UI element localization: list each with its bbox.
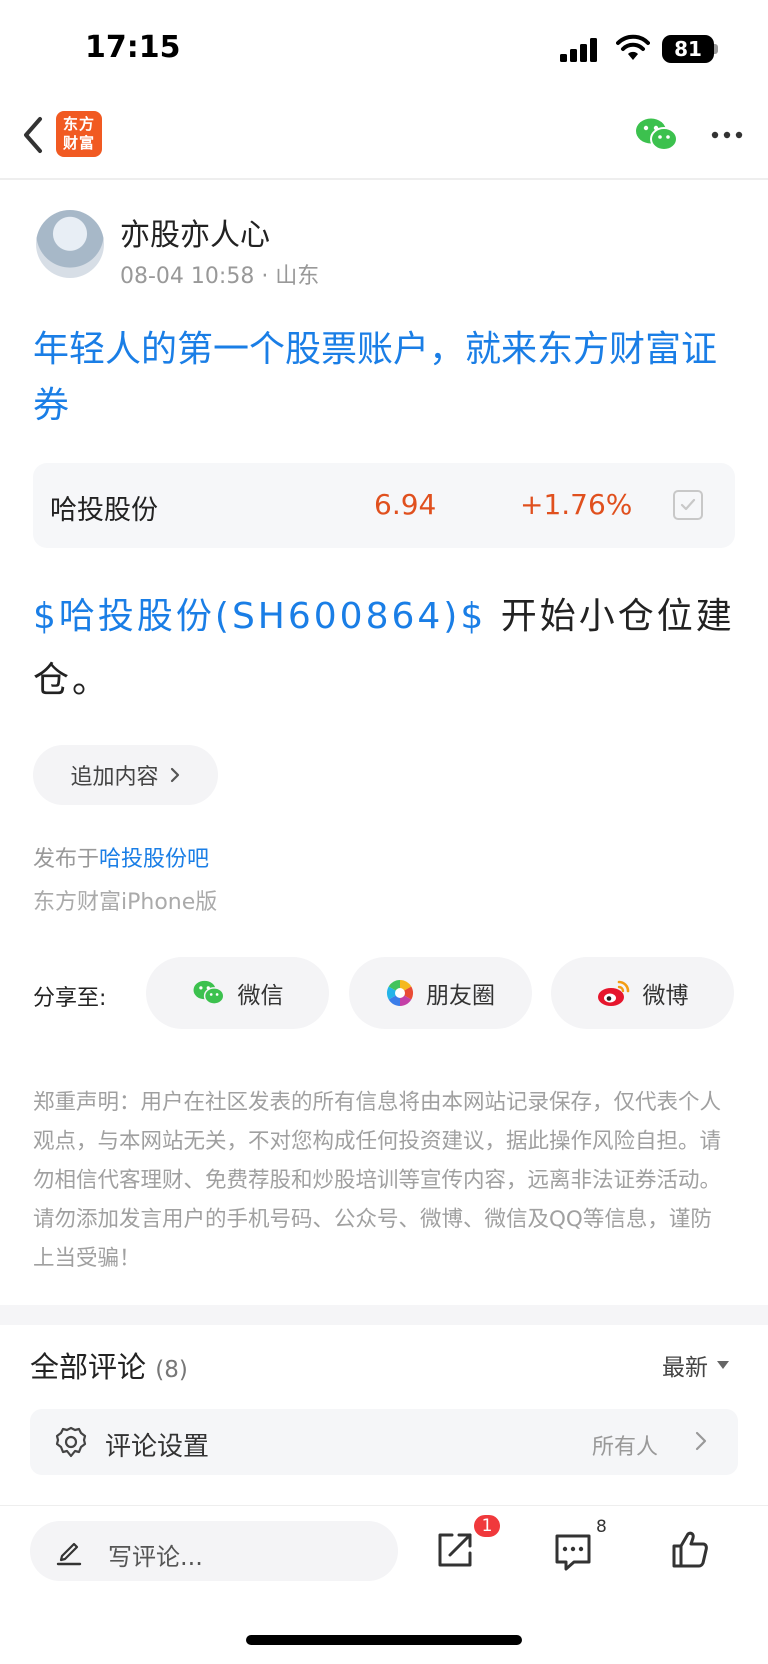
stock-bar-link[interactable]: 哈投股份吧 xyxy=(99,847,209,872)
author-name[interactable]: 亦股亦人心 xyxy=(120,210,270,254)
stock-tag-link[interactable]: $哈投股份(SH600864)$ xyxy=(33,596,486,637)
avatar[interactable] xyxy=(36,210,104,278)
wechat-icon xyxy=(193,980,224,1005)
more-icon[interactable] xyxy=(710,125,744,145)
stock-name: 哈投股份 xyxy=(50,495,158,526)
share-moments-label: 朋友圈 xyxy=(426,983,495,1009)
battery-indicator: 81 xyxy=(662,35,714,63)
disclaimer-text: 郑重声明：用户在社区发表的所有信息将由本网站记录保存，仅代表个人观点，与本网站无… xyxy=(33,1090,722,1271)
share-weibo-label: 微博 xyxy=(642,983,689,1009)
add-content-button[interactable]: 追加内容 xyxy=(33,745,218,805)
write-comment-placeholder: 写评论... xyxy=(108,1543,203,1571)
comments-title-label: 全部评论 xyxy=(30,1350,147,1384)
add-content-label: 追加内容 xyxy=(70,765,159,790)
comment-count: 8 xyxy=(596,1517,607,1537)
chevron-right-icon xyxy=(695,1431,707,1451)
nav-divider xyxy=(0,178,768,180)
write-comment-input[interactable] xyxy=(30,1521,398,1581)
thumbs-up-icon[interactable] xyxy=(670,1528,710,1570)
app-logo: 东方财富 xyxy=(56,111,102,157)
stock-price: 6.94 xyxy=(374,488,437,521)
comment-icon[interactable] xyxy=(552,1530,594,1572)
share-weibo-button[interactable]: 微博 xyxy=(551,957,734,1029)
share-badge: 1 xyxy=(472,1513,502,1539)
share-icon[interactable] xyxy=(434,1529,476,1571)
sort-dropdown[interactable]: 最新 xyxy=(662,1348,730,1382)
comment-settings-value: 所有人 xyxy=(592,1435,659,1460)
published-prefix: 发布于 xyxy=(33,847,100,872)
comments-count: (8) xyxy=(155,1357,188,1383)
gear-icon xyxy=(55,1426,87,1458)
wifi-icon xyxy=(616,34,650,60)
share-wechat-button[interactable]: 微信 xyxy=(146,957,329,1029)
wechat-share-icon[interactable] xyxy=(635,116,679,154)
promo-title-link[interactable]: 年轻人的第一个股票账户，就来东方财富证券 xyxy=(33,322,733,434)
post-source: 东方财富iPhone版 xyxy=(33,890,218,915)
signal-icon xyxy=(560,38,597,62)
share-wechat-label: 微信 xyxy=(237,983,284,1009)
caret-down-icon xyxy=(717,1361,729,1369)
moments-icon xyxy=(386,979,414,1007)
post-meta: 08-04 10:58 · 山东 xyxy=(120,264,320,289)
published-in: 发布于哈投股份吧 xyxy=(33,841,209,873)
sort-label: 最新 xyxy=(662,1355,708,1381)
watchlist-checkbox[interactable] xyxy=(673,490,703,520)
section-divider xyxy=(0,1305,768,1325)
check-icon xyxy=(680,498,696,511)
post-body: $哈投股份(SH600864)$ 开始小仓位建仓。 xyxy=(33,585,738,713)
pencil-icon xyxy=(56,1542,82,1566)
share-moments-button[interactable]: 朋友圈 xyxy=(349,957,532,1029)
weibo-icon xyxy=(597,980,629,1006)
status-time: 17:15 xyxy=(85,30,181,65)
share-label: 分享至: xyxy=(33,986,107,1011)
home-indicator xyxy=(246,1635,522,1645)
comment-settings-label: 评论设置 xyxy=(105,1432,210,1462)
comments-title: 全部评论 (8) xyxy=(30,1344,188,1386)
stock-change: +1.76% xyxy=(520,488,633,521)
battery-cap xyxy=(714,44,718,54)
chevron-right-icon xyxy=(170,767,179,783)
back-arrow-icon[interactable] xyxy=(18,113,48,157)
